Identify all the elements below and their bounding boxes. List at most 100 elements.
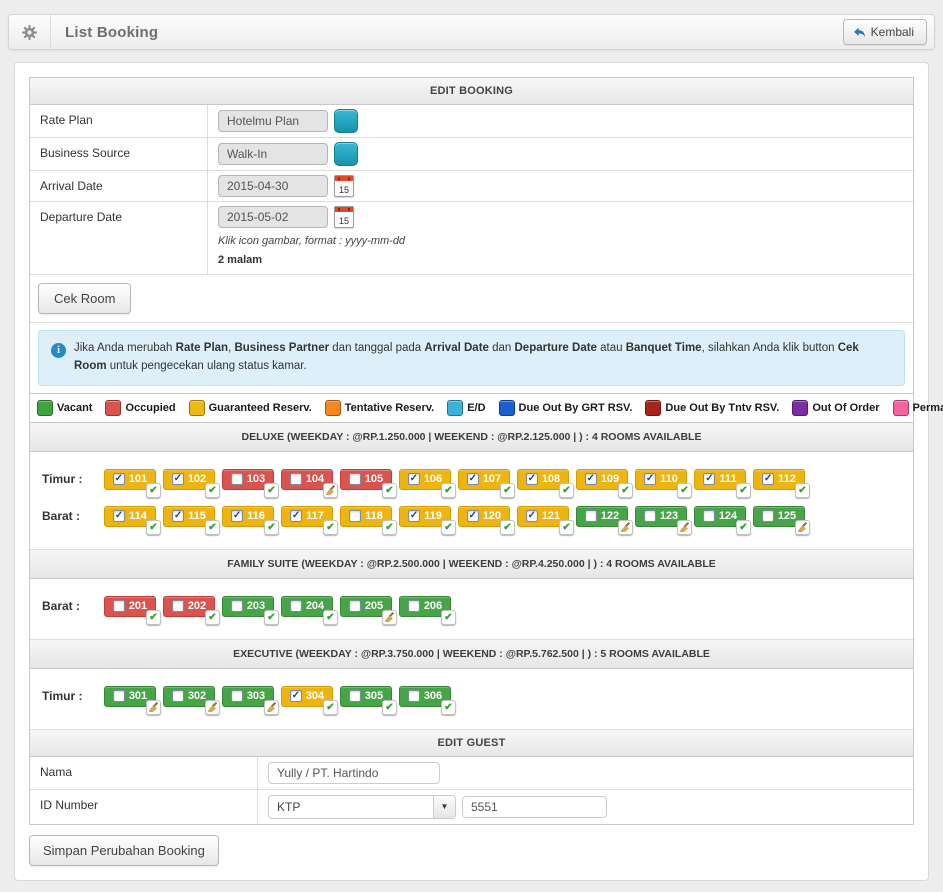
room-checkbox-205[interactable] xyxy=(349,600,361,612)
back-button[interactable]: Kembali xyxy=(843,19,927,45)
room-button-101[interactable]: ✓101✔ xyxy=(104,469,156,490)
room-checkbox-303[interactable] xyxy=(231,690,243,702)
room-button-124[interactable]: 124✔ xyxy=(694,506,746,527)
rate-plan-picker-button[interactable] xyxy=(334,109,358,133)
guest-id-input[interactable] xyxy=(462,796,607,818)
room-checkbox-101[interactable]: ✓ xyxy=(113,473,125,485)
room-checkbox-109[interactable]: ✓ xyxy=(585,473,597,485)
room-checkbox-301[interactable] xyxy=(113,690,125,702)
room-button-105[interactable]: 105✔ xyxy=(340,469,392,490)
room-checkbox-116[interactable]: ✓ xyxy=(231,510,243,522)
departure-calendar-icon[interactable]: 15 xyxy=(334,206,354,228)
legend-color-swatch xyxy=(499,400,515,416)
room-button-302[interactable]: 302 xyxy=(163,686,215,707)
business-source-input[interactable] xyxy=(218,143,328,165)
room-button-122[interactable]: 122 xyxy=(576,506,628,527)
room-checkbox-104[interactable] xyxy=(290,473,302,485)
room-button-121[interactable]: ✓121✔ xyxy=(517,506,569,527)
room-checkbox-115[interactable]: ✓ xyxy=(172,510,184,522)
room-button-123[interactable]: 123 xyxy=(635,506,687,527)
legend-item: Out Of Order xyxy=(792,400,879,416)
room-number: 112 xyxy=(778,473,796,485)
room-checkbox-120[interactable]: ✓ xyxy=(467,510,479,522)
room-button-116[interactable]: ✓116✔ xyxy=(222,506,274,527)
room-checkbox-125[interactable] xyxy=(762,510,774,522)
room-button-204[interactable]: 204✔ xyxy=(281,596,333,617)
room-checkbox-108[interactable]: ✓ xyxy=(526,473,538,485)
room-checkbox-111[interactable]: ✓ xyxy=(703,473,715,485)
broom-icon xyxy=(146,700,161,715)
room-button-201[interactable]: 201✔ xyxy=(104,596,156,617)
room-button-118[interactable]: 118✔ xyxy=(340,506,392,527)
room-button-306[interactable]: 306✔ xyxy=(399,686,451,707)
room-number: 111 xyxy=(719,473,736,485)
room-button-112[interactable]: ✓112✔ xyxy=(753,469,805,490)
room-checkbox-105[interactable] xyxy=(349,473,361,485)
room-button-205[interactable]: 205 xyxy=(340,596,392,617)
room-button-202[interactable]: 202✔ xyxy=(163,596,215,617)
business-source-picker-button[interactable] xyxy=(334,142,358,166)
room-checkbox-201[interactable] xyxy=(113,600,125,612)
room-button-114[interactable]: ✓114✔ xyxy=(104,506,156,527)
room-button-119[interactable]: ✓119✔ xyxy=(399,506,451,527)
room-button-115[interactable]: ✓115✔ xyxy=(163,506,215,527)
clean-check-icon: ✔ xyxy=(264,483,279,498)
room-checkbox-118[interactable] xyxy=(349,510,361,522)
room-button-111[interactable]: ✓111✔ xyxy=(694,469,746,490)
room-checkbox-110[interactable]: ✓ xyxy=(644,473,656,485)
legend-item: Vacant xyxy=(37,400,92,416)
room-button-206[interactable]: 206✔ xyxy=(399,596,451,617)
broom-icon xyxy=(264,700,279,715)
room-button-108[interactable]: ✓108✔ xyxy=(517,469,569,490)
room-checkbox-302[interactable] xyxy=(172,690,184,702)
room-button-110[interactable]: ✓110✔ xyxy=(635,469,687,490)
room-button-305[interactable]: 305✔ xyxy=(340,686,392,707)
room-button-303[interactable]: 303 xyxy=(222,686,274,707)
room-checkbox-122[interactable] xyxy=(585,510,597,522)
clean-check-icon: ✔ xyxy=(264,610,279,625)
room-checkbox-117[interactable]: ✓ xyxy=(290,510,302,522)
room-checkbox-119[interactable]: ✓ xyxy=(408,510,420,522)
arrival-calendar-icon[interactable]: 15 xyxy=(334,175,354,197)
date-format-hint: Klik icon gambar, format : yyyy-mm-dd xyxy=(218,235,405,247)
room-number: 304 xyxy=(306,690,324,702)
arrival-date-input[interactable] xyxy=(218,175,328,197)
room-checkbox-124[interactable] xyxy=(703,510,715,522)
room-row: Timur :✓101✔✓102✔103✔104105✔✓106✔✓107✔✓1… xyxy=(38,469,905,490)
room-checkbox-106[interactable]: ✓ xyxy=(408,473,420,485)
room-button-117[interactable]: ✓117✔ xyxy=(281,506,333,527)
room-button-104[interactable]: 104 xyxy=(281,469,333,490)
room-checkbox-203[interactable] xyxy=(231,600,243,612)
room-button-106[interactable]: ✓106✔ xyxy=(399,469,451,490)
room-button-203[interactable]: 203✔ xyxy=(222,596,274,617)
room-checkbox-206[interactable] xyxy=(408,600,420,612)
clean-check-icon: ✔ xyxy=(736,483,751,498)
id-type-select[interactable]: KTP ▼ xyxy=(268,795,456,819)
cek-room-button[interactable]: Cek Room xyxy=(38,283,131,314)
room-checkbox-107[interactable]: ✓ xyxy=(467,473,479,485)
room-number: 108 xyxy=(542,473,560,485)
room-button-301[interactable]: 301 xyxy=(104,686,156,707)
room-checkbox-202[interactable] xyxy=(172,600,184,612)
room-checkbox-305[interactable] xyxy=(349,690,361,702)
room-button-103[interactable]: 103✔ xyxy=(222,469,274,490)
room-checkbox-306[interactable] xyxy=(408,690,420,702)
room-button-107[interactable]: ✓107✔ xyxy=(458,469,510,490)
room-checkbox-204[interactable] xyxy=(290,600,302,612)
room-checkbox-304[interactable]: ✓ xyxy=(290,690,302,702)
room-button-304[interactable]: ✓304✔ xyxy=(281,686,333,707)
room-checkbox-112[interactable]: ✓ xyxy=(762,473,774,485)
room-checkbox-114[interactable]: ✓ xyxy=(113,510,125,522)
room-checkbox-102[interactable]: ✓ xyxy=(172,473,184,485)
room-button-109[interactable]: ✓109✔ xyxy=(576,469,628,490)
room-button-120[interactable]: ✓120✔ xyxy=(458,506,510,527)
room-checkbox-121[interactable]: ✓ xyxy=(526,510,538,522)
room-checkbox-103[interactable] xyxy=(231,473,243,485)
room-button-125[interactable]: 125 xyxy=(753,506,805,527)
save-booking-button[interactable]: Simpan Perubahan Booking xyxy=(29,835,219,866)
rate-plan-input[interactable] xyxy=(218,110,328,132)
guest-name-input[interactable] xyxy=(268,762,440,784)
departure-date-input[interactable] xyxy=(218,206,328,228)
room-checkbox-123[interactable] xyxy=(644,510,656,522)
room-button-102[interactable]: ✓102✔ xyxy=(163,469,215,490)
